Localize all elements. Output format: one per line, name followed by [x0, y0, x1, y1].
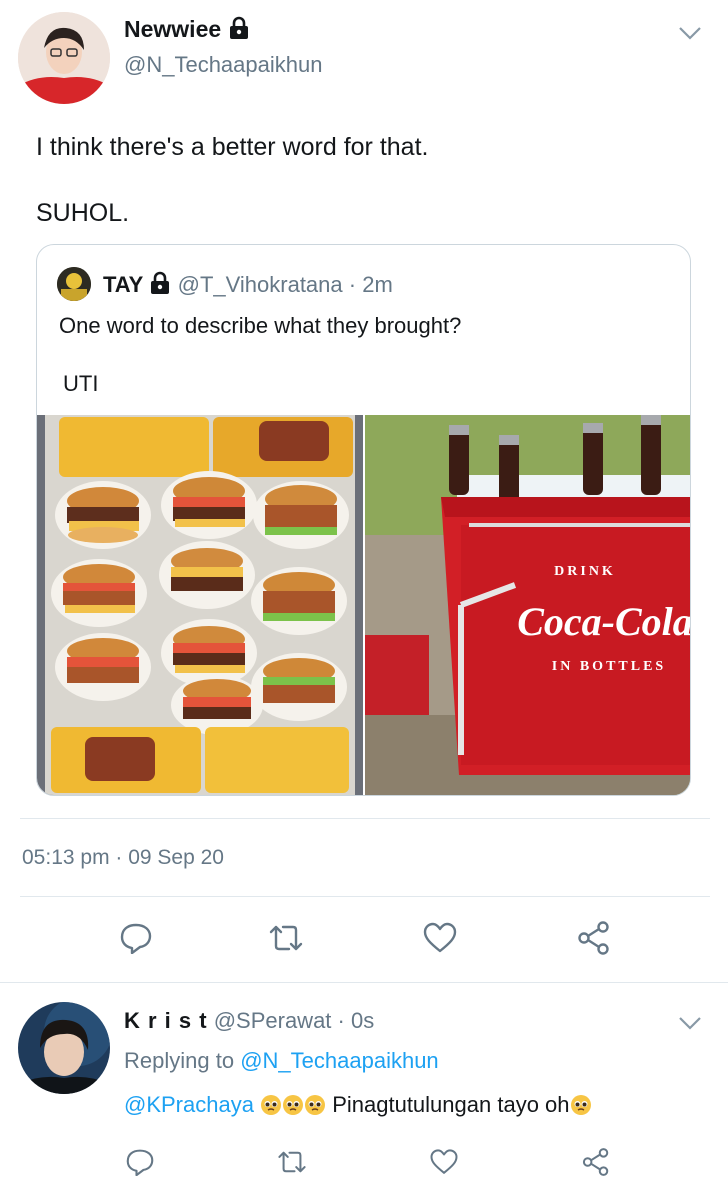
share-icon[interactable]: [572, 916, 616, 960]
replying-to-link[interactable]: @N_Techaapaikhun: [240, 1048, 438, 1073]
author-name[interactable]: Newwiee: [124, 16, 221, 42]
divider: [0, 982, 728, 983]
share-icon[interactable]: [574, 1140, 618, 1184]
reply-mention-link[interactable]: @KPrachaya: [124, 1092, 254, 1117]
tweet-text-line1: I think there's a better word for that.: [36, 133, 429, 161]
chevron-down-icon[interactable]: [678, 1016, 702, 1035]
reply-text-row: @KPrachaya Pinagtutulungan tayo oh: [124, 1092, 592, 1118]
pleading-face-icon: [282, 1094, 304, 1116]
author-avatar[interactable]: [18, 12, 110, 104]
quote-time: · 2m: [348, 272, 393, 297]
reply-author-row[interactable]: K r i s t @SPerawat · 0s: [124, 1008, 374, 1034]
tweet-text-line2: SUHOL.: [36, 199, 130, 227]
cooler-text-drink: DRINK: [554, 564, 616, 579]
reply-text: Pinagtutulungan tayo oh: [332, 1092, 570, 1117]
quote-image-burgers[interactable]: [37, 415, 363, 795]
author-handle[interactable]: @N_Techaapaikhun: [124, 52, 322, 78]
quote-tweet-card[interactable]: TAY @T_Vihokratana · 2m One word to desc…: [36, 244, 691, 796]
reply-icon[interactable]: [114, 916, 158, 960]
retweet-icon[interactable]: [264, 916, 308, 960]
quote-author-handle: @T_Vihokratana: [177, 272, 343, 297]
replying-to-prefix: Replying to: [124, 1048, 235, 1073]
lock-icon: [149, 271, 171, 301]
like-icon[interactable]: [418, 916, 462, 960]
reply-icon[interactable]: [118, 1140, 162, 1184]
quote-author-row: TAY @T_Vihokratana · 2m: [103, 271, 393, 301]
divider: [20, 896, 710, 897]
quote-image-cooler[interactable]: DRINK Coca-Cola IN BOTTLES: [365, 415, 691, 795]
pleading-face-icon: [304, 1094, 326, 1116]
quote-author-name: TAY: [103, 272, 144, 297]
pleading-face-icon: [570, 1094, 592, 1116]
cooler-text-bottles: IN BOTTLES: [552, 659, 666, 674]
replying-to-row: Replying to @N_Techaapaikhun: [124, 1048, 439, 1074]
cooler-text-brand: Coca-Cola: [517, 599, 691, 644]
like-icon[interactable]: [422, 1140, 466, 1184]
quote-text-line1: One word to describe what they brought?: [59, 313, 462, 338]
author-name-row[interactable]: Newwiee: [124, 16, 250, 46]
reply-author-handle[interactable]: @SPerawat: [214, 1008, 332, 1033]
divider: [20, 818, 710, 819]
reply-author-avatar[interactable]: [18, 1002, 110, 1094]
tweet-timestamp: 05:13 pm · 09 Sep 20: [22, 846, 224, 869]
lock-icon: [228, 16, 250, 46]
retweet-icon[interactable]: [270, 1140, 314, 1184]
pleading-face-icon: [260, 1094, 282, 1116]
quote-text-line2: UTI: [63, 371, 99, 396]
chevron-down-icon[interactable]: [678, 26, 702, 45]
quote-author-avatar: [57, 267, 91, 301]
reply-time: · 0s: [337, 1008, 375, 1033]
reply-author-name[interactable]: K r i s t: [124, 1008, 208, 1033]
